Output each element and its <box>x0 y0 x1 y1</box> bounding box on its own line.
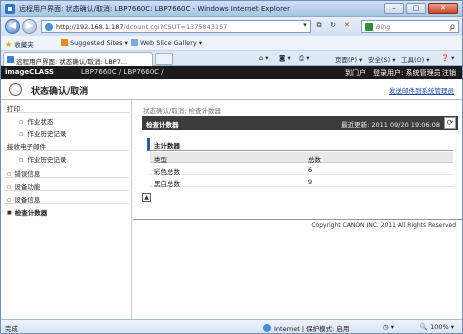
popup-blocker-icon[interactable]: ◷ ▾ <box>383 323 394 331</box>
login-user: 登录用户: 系统管理员 <box>373 69 441 77</box>
ie-icon <box>5 4 15 14</box>
table-row: 黑白总数 9 <box>150 176 453 188</box>
star-icon: ★ <box>5 40 13 49</box>
url-path: /dcount.cgi?CSUT=1375843157 <box>123 23 228 31</box>
sidebar-item-email-job-history[interactable]: 作业历史记录 <box>19 154 66 164</box>
panel-title-bar: 检查计数器 最近更新: 2011 09/20 19:06:08 ⟳ <box>142 116 458 130</box>
portal-link[interactable]: 到门户 <box>345 68 366 78</box>
help-menu[interactable]: ❓ ▾ <box>441 54 454 62</box>
page-content: imageCLASS LBP7660C / LBP7660C / 到门户 登录用… <box>1 66 462 319</box>
favorites-button[interactable]: ★ 收藏夹 <box>5 39 34 49</box>
suggested-sites-icon <box>61 39 68 46</box>
page-menu[interactable]: 页面(P) ▾ <box>335 54 362 64</box>
bing-icon <box>365 23 373 31</box>
suggested-sites-link[interactable]: Suggested Sites ▾ <box>61 39 128 47</box>
sidebar: 打印 作业状态 作业历史记录 接收电子邮件 作业历史记录 错误信息 设备功能 设… <box>1 100 132 319</box>
column-header-total: 总数 <box>308 156 321 164</box>
page-header: 状态确认/取消 发送邮件到系统管理员 <box>1 79 462 100</box>
favorites-bar: ★ 收藏夹 Suggested Sites ▾ Web Slice Galler… <box>1 36 462 51</box>
status-text: 完成 <box>5 325 18 333</box>
email-admin-link[interactable]: 发送邮件到系统管理员 <box>389 85 454 95</box>
footer-divider <box>133 219 462 220</box>
app-header: imageCLASS LBP7660C / LBP7660C / 到门户 登录用… <box>1 66 462 79</box>
refresh-counter-icon[interactable]: ⟳ <box>444 117 456 129</box>
globe-icon <box>263 324 271 332</box>
address-field[interactable]: http://192.168.1.187/dcount.cgi?CSUT=137… <box>41 20 311 33</box>
page-icon <box>45 23 53 31</box>
refresh-icon[interactable]: ↻ <box>327 20 339 33</box>
sidebar-item-print-job-history[interactable]: 作业历史记录 <box>19 128 66 138</box>
panel-title: 检查计数器 <box>146 121 179 129</box>
copyright: Copyright CANON INC. 2011 All Rights Res… <box>311 222 456 229</box>
browser-window: 远程用户界面: 状态确认/取消: LBP7660C: LBP7660C - Wi… <box>0 0 463 334</box>
main-panel: 状态确认/取消: 检查计数器 检查计数器 最近更新: 2011 09/20 19… <box>133 100 462 319</box>
search-placeholder: Bing <box>376 23 391 31</box>
section-header: 主计数器 <box>147 138 453 151</box>
column-header-type: 类型 <box>154 156 167 164</box>
last-updated: 最近更新: 2011 09/20 19:06:08 <box>341 121 440 129</box>
address-row: ◀ ▶ http://192.168.1.187/dcount.cgi?CSUT… <box>1 17 462 36</box>
maximize-button[interactable]: □ <box>406 3 426 14</box>
home-icon[interactable]: ⌂ ▾ <box>259 54 268 62</box>
sidebar-item-job-status[interactable]: 作业状态 <box>19 116 53 126</box>
search-icon[interactable]: ρ <box>450 22 455 31</box>
web-slice-icon <box>131 39 138 46</box>
new-tab-button[interactable] <box>155 53 173 65</box>
forward-button[interactable]: ▶ <box>22 19 37 34</box>
compat-view-icon[interactable]: ⧉ <box>313 20 325 33</box>
sidebar-item-check-counter[interactable]: 检查计数器 <box>7 207 48 217</box>
tab-active[interactable]: 远程用户界面: 状态确认/取消: LBP7... <box>3 52 153 66</box>
url-host: http://192.168.1.187 <box>56 23 124 31</box>
zoom-control[interactable]: 🔍 100% ▾ <box>420 323 454 331</box>
back-to-top-button[interactable]: ▲ <box>142 193 151 202</box>
stop-icon[interactable]: ✕ <box>341 20 353 33</box>
section-title: 主计数器 <box>154 142 180 150</box>
web-slice-gallery-link[interactable]: Web Slice Gallery ▾ <box>131 39 202 47</box>
status-bar: 完成 Internet | 保护模式: 启用 ◷ ▾ 🔍 100% ▾ <box>1 319 462 333</box>
brand: imageCLASS <box>5 68 54 76</box>
tab-page-icon <box>7 56 14 63</box>
address-dropdown-icon[interactable]: ▾ <box>299 20 311 33</box>
printer-model: LBP7660C / LBP7660C / <box>81 68 164 76</box>
back-button[interactable]: ◀ <box>5 19 20 34</box>
minimize-button[interactable]: – <box>384 3 404 14</box>
search-input[interactable]: Bing ρ <box>361 20 459 33</box>
tab-label: 远程用户界面: 状态确认/取消: LBP7... <box>16 58 128 66</box>
page-title: 状态确认/取消 <box>31 87 89 97</box>
security-zone[interactable]: Internet | 保护模式: 启用 <box>263 323 349 333</box>
print-icon[interactable]: ⎙ ▾ <box>299 54 310 63</box>
table-row: 彩色总数 6 <box>150 164 453 176</box>
row-type: 黑白总数 <box>154 180 180 188</box>
tools-menu[interactable]: 工具(O) ▾ <box>401 54 430 64</box>
safety-menu[interactable]: 安全(S) ▾ <box>368 54 396 64</box>
row-type: 彩色总数 <box>154 168 180 176</box>
row-total: 9 <box>308 178 313 186</box>
title-bar: 远程用户界面: 状态确认/取消: LBP7660C: LBP7660C - Wi… <box>1 1 462 17</box>
close-button[interactable]: ✕ <box>428 3 458 14</box>
status-icon <box>9 83 22 96</box>
tab-row: 远程用户界面: 状态确认/取消: LBP7... ⌂ ▾ ◙ ▾ ⎙ ▾ 页面(… <box>1 51 462 66</box>
breadcrumb: 状态确认/取消: 检查计数器 <box>143 107 221 115</box>
row-total: 6 <box>308 166 313 174</box>
window-title: 远程用户界面: 状态确认/取消: LBP7660C: LBP7660C - Wi… <box>19 5 290 13</box>
feeds-icon[interactable]: ◙ ▾ <box>279 54 291 62</box>
logout-link[interactable]: 注销 <box>442 68 456 78</box>
table-header: 类型 总数 <box>150 152 453 164</box>
